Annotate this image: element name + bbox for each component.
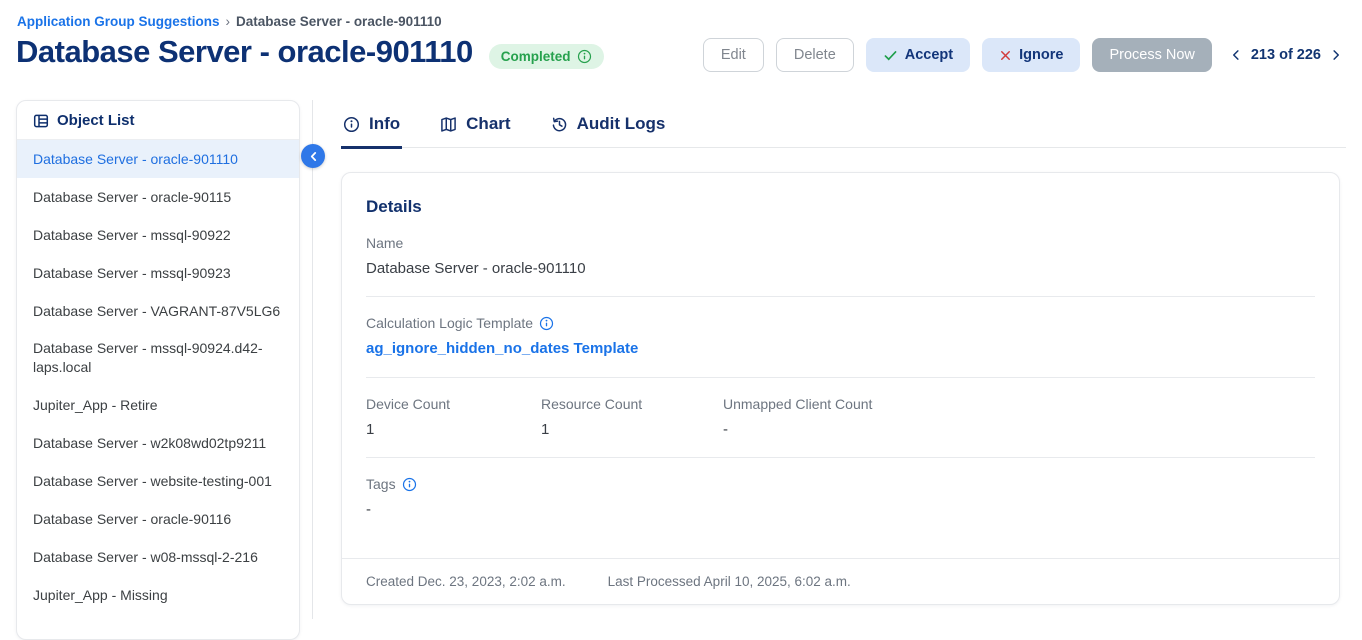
counts-row: Device Count 1 Resource Count 1 Unmapped… (366, 396, 1315, 438)
check-icon (883, 48, 898, 63)
list-item[interactable]: Database Server - mssql-90922 (17, 216, 299, 254)
delete-button[interactable]: Delete (776, 38, 854, 72)
breadcrumb: Application Group Suggestions › Database… (17, 14, 442, 29)
accept-button[interactable]: Accept (866, 38, 970, 72)
action-bar: Edit Delete Accept Ignore Process Now 21… (703, 38, 1342, 72)
map-icon (440, 116, 457, 133)
tab-info-label: Info (369, 114, 400, 134)
status-badge: Completed (489, 44, 604, 69)
divider (366, 457, 1315, 458)
tab-chart-label: Chart (466, 114, 510, 134)
tab-chart[interactable]: Chart (438, 112, 512, 149)
object-list-title: Object List (57, 112, 135, 129)
list-item[interactable]: Database Server - mssql-90923 (17, 254, 299, 292)
tags-label-text: Tags (366, 476, 396, 492)
divider (366, 296, 1315, 297)
template-link[interactable]: ag_ignore_hidden_no_dates Template (366, 340, 638, 357)
info-icon[interactable] (402, 477, 417, 492)
status-badge-label: Completed (501, 49, 571, 64)
list-item[interactable]: Jupiter_App - Retire (17, 386, 299, 424)
sidebar-collapse-button[interactable] (301, 144, 325, 168)
last-processed-timestamp: Last Processed April 10, 2025, 6:02 a.m. (608, 574, 851, 589)
object-list-header: Object List (17, 101, 299, 140)
list-item[interactable]: Database Server - VAGRANT-87V5LG6 (17, 292, 299, 330)
table-list-icon (33, 113, 49, 129)
resource-count-label: Resource Count (541, 396, 723, 412)
object-list-panel: Object List Database Server - oracle-901… (16, 100, 300, 640)
tags-value: - (366, 501, 1315, 518)
calculation-logic-template-label-text: Calculation Logic Template (366, 315, 533, 331)
accept-button-label: Accept (905, 47, 953, 63)
list-item[interactable]: Database Server - w2k08wd02tp9211 (17, 424, 299, 462)
name-label: Name (366, 235, 1315, 251)
list-item[interactable]: Database Server - website-testing-001 (17, 462, 299, 500)
list-item[interactable]: Database Server - mssql-90924.d42-laps.l… (17, 330, 299, 386)
breadcrumb-separator: › (226, 14, 231, 29)
details-card: Details Name Database Server - oracle-90… (341, 172, 1340, 605)
pagination-label: 213 of 226 (1251, 47, 1321, 63)
calculation-logic-template-label: Calculation Logic Template (366, 315, 1315, 331)
list-item[interactable]: Jupiter_App - Missing (17, 576, 299, 614)
history-icon (551, 116, 568, 133)
process-now-button[interactable]: Process Now (1092, 38, 1211, 72)
info-icon (343, 116, 360, 133)
breadcrumb-link-application-group-suggestions[interactable]: Application Group Suggestions (17, 14, 220, 29)
device-count-label: Device Count (366, 396, 541, 412)
tab-audit-logs-label: Audit Logs (577, 114, 666, 134)
ignore-button[interactable]: Ignore (982, 38, 1080, 72)
unmapped-client-count-label: Unmapped Client Count (723, 396, 872, 412)
details-heading: Details (366, 197, 1315, 217)
tags-label: Tags (366, 476, 1315, 492)
page-title: Database Server - oracle-901110 (16, 34, 473, 70)
pagination: 213 of 226 (1230, 47, 1342, 63)
divider (366, 377, 1315, 378)
info-icon[interactable] (539, 316, 554, 331)
chevron-left-icon[interactable] (1230, 49, 1242, 61)
x-icon (999, 49, 1012, 62)
tab-audit-logs[interactable]: Audit Logs (549, 112, 668, 149)
list-item[interactable]: Database Server - oracle-901110 (17, 140, 299, 178)
breadcrumb-current: Database Server - oracle-901110 (236, 14, 442, 29)
page-header: Database Server - oracle-901110 Complete… (16, 34, 604, 70)
name-value: Database Server - oracle-901110 (366, 260, 1315, 277)
list-item[interactable]: Database Server - w08-mssql-2-216 (17, 538, 299, 576)
info-icon[interactable] (577, 49, 592, 64)
edit-button[interactable]: Edit (703, 38, 764, 72)
unmapped-client-count-value: - (723, 421, 872, 438)
tab-info[interactable]: Info (341, 112, 402, 149)
panel-divider (312, 100, 313, 619)
device-count-value: 1 (366, 421, 541, 438)
list-item[interactable]: Database Server - oracle-90116 (17, 500, 299, 538)
chevron-left-icon (308, 151, 319, 162)
created-timestamp: Created Dec. 23, 2023, 2:02 a.m. (366, 574, 566, 589)
resource-count-value: 1 (541, 421, 723, 438)
tab-bar: Info Chart Audit Logs (341, 112, 1346, 148)
card-footer: Created Dec. 23, 2023, 2:02 a.m. Last Pr… (342, 558, 1339, 604)
chevron-right-icon[interactable] (1330, 49, 1342, 61)
list-item[interactable]: Database Server - oracle-90115 (17, 178, 299, 216)
ignore-button-label: Ignore (1019, 47, 1063, 63)
